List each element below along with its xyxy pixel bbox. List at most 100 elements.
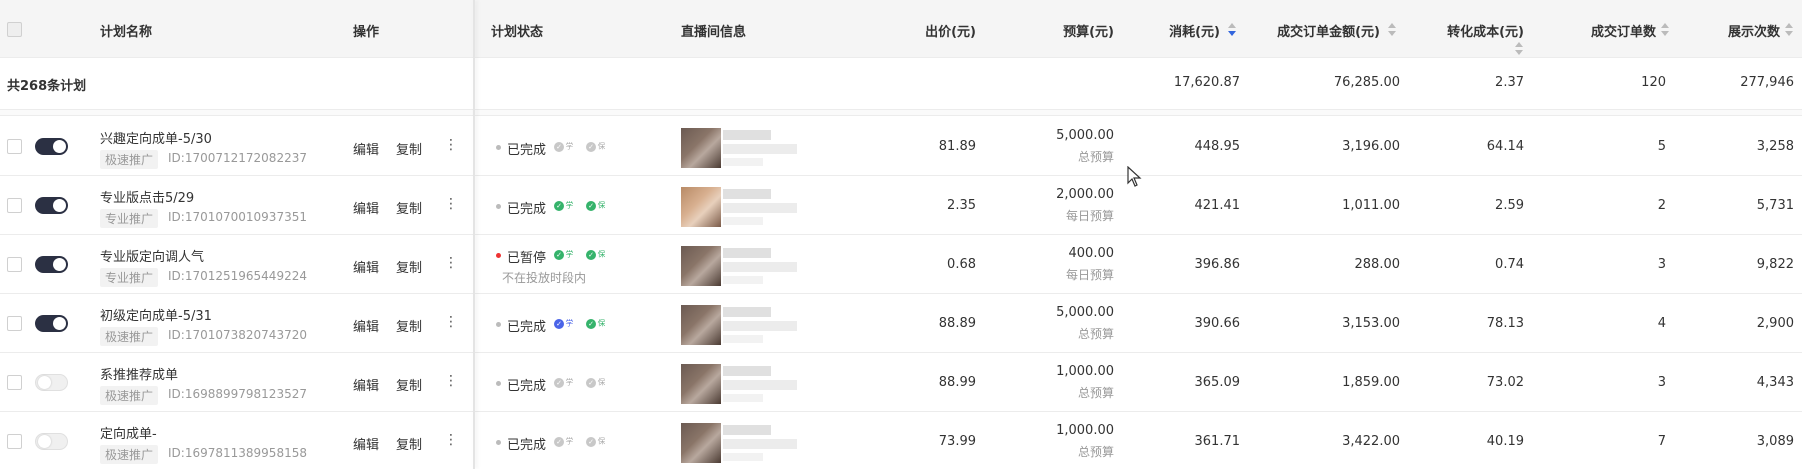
sort-conversion-cost-icon[interactable] [1514, 42, 1524, 56]
conversion-cost-value: 73.02 [1486, 375, 1524, 390]
budget-value[interactable]: 1,000.00 [1040, 423, 1114, 438]
plan-status: 已完成 [507, 202, 547, 217]
toggle-knob [53, 317, 66, 330]
budget-type: 总预算 [1077, 327, 1114, 341]
row-checkbox[interactable] [7, 375, 22, 390]
copy-link[interactable]: 复制 [396, 139, 422, 158]
more-menu-icon[interactable]: ⋮ [444, 137, 458, 153]
col-operation: 操作 [353, 25, 380, 40]
col-impressions[interactable]: 展示次数 [1700, 21, 1780, 40]
live-room-info[interactable] [681, 128, 821, 168]
plan-name[interactable]: 专业版点击5/29 [100, 187, 194, 206]
budget-value[interactable]: 1,000.00 [1040, 364, 1114, 379]
sort-order-count-icon[interactable] [1660, 23, 1670, 37]
plan-toggle-switch[interactable] [35, 433, 68, 450]
plan-name[interactable]: 定向成单- [100, 423, 157, 442]
more-menu-icon[interactable]: ⋮ [444, 255, 458, 271]
budget-type: 每日预算 [1065, 268, 1114, 282]
order-amount-value: 288.00 [1354, 257, 1401, 272]
bid-value[interactable]: 73.99 [900, 434, 976, 449]
edit-link[interactable]: 编辑 [353, 375, 379, 394]
sort-impressions-icon[interactable] [1784, 23, 1794, 37]
row-checkbox[interactable] [7, 198, 22, 213]
col-cost[interactable]: 消耗(元) [1140, 21, 1220, 40]
plan-toggle-switch[interactable] [35, 138, 68, 155]
sort-order-amount-icon[interactable] [1387, 23, 1397, 37]
live-room-info[interactable] [681, 187, 821, 227]
row-checkbox[interactable] [7, 139, 22, 154]
blurred-text [723, 307, 771, 317]
plan-toggle-switch[interactable] [35, 197, 68, 214]
learning-icon: ✓ [554, 250, 564, 260]
plan-toggle-switch[interactable] [35, 256, 68, 273]
copy-link[interactable]: 复制 [396, 257, 422, 276]
plan-toggle-switch[interactable] [35, 315, 68, 332]
cost-value: 396.86 [1194, 257, 1241, 272]
budget-value[interactable]: 400.00 [1040, 246, 1115, 261]
order-count-value: 5 [1657, 139, 1666, 154]
budget-type: 总预算 [1077, 150, 1114, 164]
row-checkbox[interactable] [7, 257, 22, 272]
table-row: 系推推荐成单 极速推广 ID:1698899798123527 编辑 复制 ⋮ … [0, 353, 1802, 412]
row-checkbox[interactable] [7, 434, 22, 449]
bid-value[interactable]: 88.99 [900, 375, 976, 390]
summary-order-amount: 76,285.00 [1333, 75, 1400, 90]
select-all-checkbox[interactable] [7, 22, 22, 37]
edit-link[interactable]: 编辑 [353, 434, 379, 453]
plan-name[interactable]: 系推推荐成单 [100, 364, 178, 383]
copy-link[interactable]: 复制 [396, 198, 422, 217]
learning-badge: ✓ 学 [553, 436, 577, 448]
guarantee-badge: ✓ 保 [585, 200, 609, 212]
conversion-cost-value: 40.19 [1486, 434, 1524, 449]
cost-value: 390.66 [1194, 316, 1241, 331]
col-conversion-cost[interactable]: 转化成本(元) [1420, 21, 1524, 40]
guarantee-badge: ✓ 保 [585, 249, 609, 261]
copy-link[interactable]: 复制 [396, 316, 422, 335]
order-amount-value: 1,859.00 [1342, 375, 1400, 390]
plan-status: 已完成 [507, 320, 547, 335]
col-order-amount[interactable]: 成交订单金额(元) [1260, 21, 1380, 40]
shield-icon: ✓ [586, 378, 596, 388]
bid-value[interactable]: 81.89 [900, 139, 976, 154]
learning-badge: ✓ 学 [553, 141, 577, 153]
budget-value[interactable]: 5,000.00 [1040, 128, 1114, 143]
edit-link[interactable]: 编辑 [353, 198, 379, 217]
more-menu-icon[interactable]: ⋮ [444, 314, 458, 330]
sort-cost-icon[interactable] [1227, 23, 1237, 37]
live-room-info[interactable] [681, 246, 821, 286]
bid-value[interactable]: 2.35 [900, 198, 976, 213]
plan-name[interactable]: 初级定向成单-5/31 [100, 305, 212, 324]
plan-name[interactable]: 兴趣定向成单-5/30 [100, 128, 212, 147]
live-room-info[interactable] [681, 364, 821, 404]
conversion-cost-value: 78.13 [1486, 316, 1524, 331]
live-room-info[interactable] [681, 423, 821, 463]
edit-link[interactable]: 编辑 [353, 257, 379, 276]
table-header: 计划名称 操作 计划状态 直播间信息 出价(元) 预算(元) 消耗(元) 成交订… [0, 0, 1802, 58]
status-dot-icon [496, 440, 501, 445]
col-order-count[interactable]: 成交订单数 [1560, 21, 1656, 40]
cost-value: 361.71 [1194, 434, 1241, 449]
toggle-knob [53, 258, 66, 271]
plan-name[interactable]: 专业版定向调人气 [100, 246, 204, 265]
plan-id: ID:1700712172082237 [168, 151, 307, 165]
copy-link[interactable]: 复制 [396, 434, 422, 453]
bid-value[interactable]: 88.89 [900, 316, 976, 331]
copy-link[interactable]: 复制 [396, 375, 422, 394]
plan-status: 已完成 [507, 438, 547, 453]
plan-toggle-switch[interactable] [35, 374, 68, 391]
edit-link[interactable]: 编辑 [353, 316, 379, 335]
more-menu-icon[interactable]: ⋮ [444, 373, 458, 389]
budget-value[interactable]: 5,000.00 [1040, 305, 1114, 320]
budget-value[interactable]: 2,000.00 [1040, 187, 1114, 202]
cost-value: 365.09 [1194, 375, 1241, 390]
order-amount-value: 3,153.00 [1342, 316, 1400, 331]
col-plan-status: 计划状态 [491, 25, 544, 40]
more-menu-icon[interactable]: ⋮ [444, 196, 458, 212]
edit-link[interactable]: 编辑 [353, 139, 379, 158]
more-menu-icon[interactable]: ⋮ [444, 432, 458, 448]
blurred-text [723, 189, 771, 199]
live-room-info[interactable] [681, 305, 821, 345]
row-checkbox[interactable] [7, 316, 22, 331]
live-room-thumbnail [681, 187, 721, 227]
bid-value[interactable]: 0.68 [900, 257, 976, 272]
